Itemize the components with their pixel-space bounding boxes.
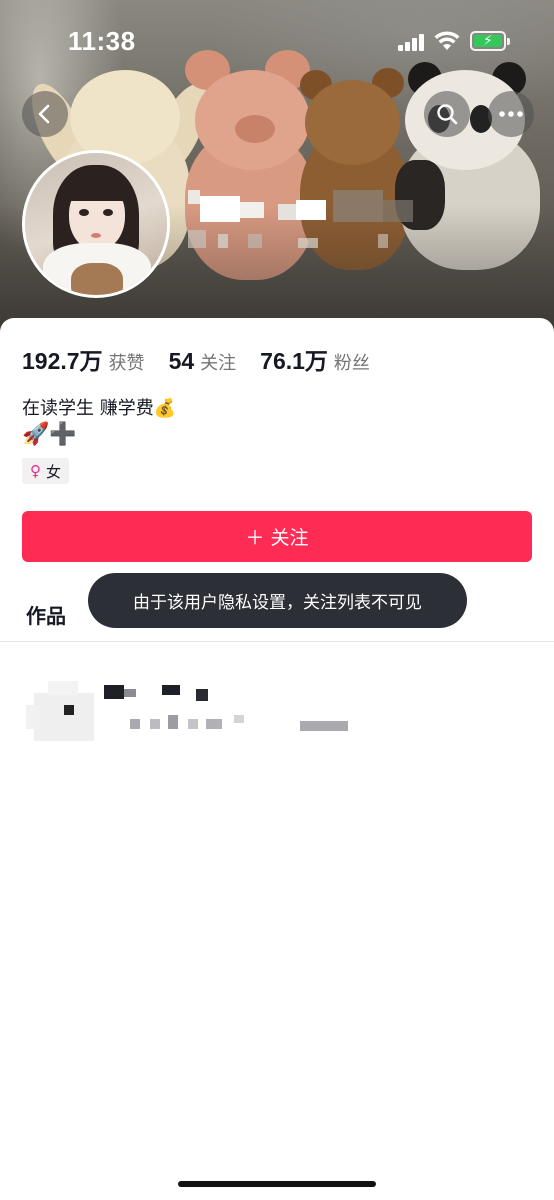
stat-likes[interactable]: 192.7万 获赞 [22, 342, 145, 376]
tab-divider [0, 641, 554, 642]
stat-likes-value: 192.7万 [22, 348, 103, 374]
chevron-left-icon [38, 104, 50, 124]
bio-emoji-line: 🚀➕ [22, 422, 77, 447]
stat-followers-label: 粉丝 [333, 353, 370, 374]
search-icon [437, 104, 458, 125]
stat-likes-label: 获赞 [108, 353, 145, 374]
more-options-button[interactable] [488, 91, 534, 137]
search-button[interactable] [424, 91, 470, 137]
profile-stats: 192.7万 获赞 54 关注 76.1万 粉丝 [22, 342, 394, 376]
stat-following-value: 54 [168, 348, 195, 374]
work-item-mosaic[interactable] [26, 675, 356, 745]
privacy-toast: 由于该用户隐私设置，关注列表不可见 [88, 573, 467, 628]
bio-text: 在读学生 赚学费💰 [22, 398, 177, 419]
status-time: 11:38 [68, 26, 136, 56]
stat-following[interactable]: 54 关注 [169, 348, 237, 375]
avatar[interactable] [22, 150, 170, 298]
profile-card [0, 318, 554, 1200]
gender-tag: ♀ 女 [22, 458, 70, 484]
stat-followers[interactable]: 76.1万 粉丝 [260, 342, 370, 376]
female-icon: ♀ [30, 462, 41, 480]
battery-icon: ⚡ [470, 31, 510, 51]
charging-bolt-icon: ⚡ [483, 33, 493, 49]
tab-works[interactable]: 作品 [26, 600, 66, 629]
follow-button[interactable]: ＋ 关注 [22, 511, 532, 562]
wifi-icon [434, 31, 460, 50]
bear-toy-head [305, 80, 400, 165]
home-indicator[interactable] [178, 1181, 376, 1187]
back-button[interactable] [22, 91, 68, 137]
stat-followers-value: 76.1万 [260, 348, 328, 374]
gender-label: 女 [46, 462, 62, 481]
pig-toy-snout [235, 115, 275, 143]
more-dots-icon [499, 111, 523, 117]
username-mosaic [188, 190, 428, 260]
cellular-signal-icon [398, 33, 426, 51]
status-bar: 11:38 ⚡ [0, 0, 554, 80]
stat-following-label: 关注 [200, 353, 237, 374]
